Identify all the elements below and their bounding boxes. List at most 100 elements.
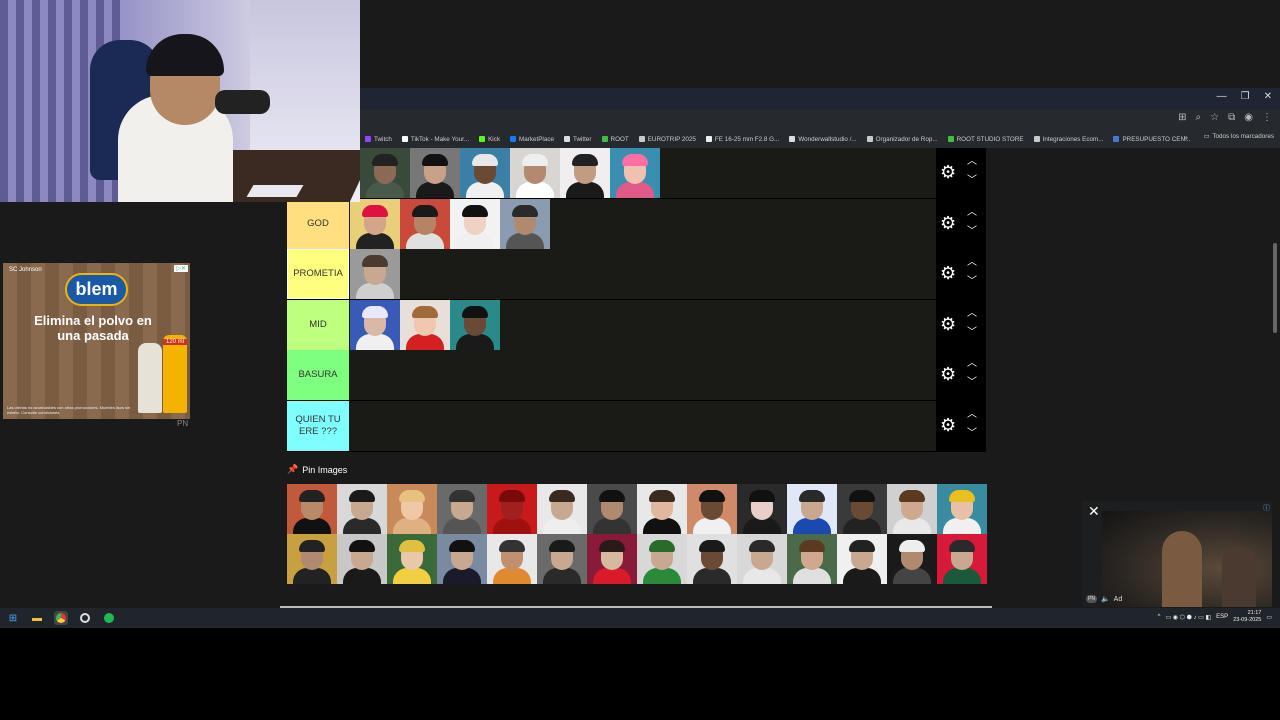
artist-image[interactable] (400, 198, 450, 249)
artist-image[interactable] (437, 534, 487, 584)
chevron-down-icon[interactable]: ﹀ (967, 378, 977, 388)
bookmark-item[interactable]: Twitch (365, 136, 392, 143)
artist-image[interactable] (350, 299, 400, 350)
bookmark-item[interactable]: Kick (479, 136, 500, 143)
artist-image[interactable] (487, 534, 537, 584)
notification-icon[interactable]: ▭ (1266, 614, 1272, 621)
chevron-up-icon[interactable]: ︿ (967, 409, 977, 420)
gear-icon[interactable]: ⚙ (940, 415, 956, 435)
bookmark-item[interactable]: MarketPlace (509, 136, 554, 143)
extensions-icon[interactable]: ⧉ (1228, 112, 1235, 123)
artist-image[interactable] (400, 299, 450, 350)
artist-image[interactable] (287, 484, 337, 534)
close-ad-icon[interactable]: ✕ (1088, 503, 1100, 520)
tier-label[interactable]: QUIEN TU ERE ??? (287, 400, 349, 451)
chevron-up-icon[interactable]: ︿ (967, 258, 977, 268)
artist-image[interactable] (837, 534, 887, 584)
artist-image[interactable] (337, 484, 387, 534)
artist-image[interactable] (687, 534, 737, 584)
tray-icons[interactable]: ▭ ◉ ⬡ ⬢ ♪ ▭ ◧ (1165, 614, 1211, 621)
chevron-down-icon[interactable]: ﹀ (967, 226, 977, 237)
artist-image[interactable] (360, 148, 410, 198)
tray-chevron-icon[interactable]: ^ (1158, 614, 1161, 620)
artist-image[interactable] (587, 534, 637, 584)
artist-image[interactable] (337, 534, 387, 584)
artist-image[interactable] (687, 484, 737, 534)
artist-image[interactable] (887, 534, 937, 584)
spotify-icon[interactable] (102, 611, 116, 625)
artist-image[interactable] (637, 484, 687, 534)
profile-icon[interactable]: ◉ (1244, 112, 1253, 123)
artist-image[interactable] (837, 484, 887, 534)
page-scrollbar[interactable] (1273, 243, 1277, 333)
artist-image[interactable] (537, 484, 587, 534)
artist-image[interactable] (287, 534, 337, 584)
artist-image[interactable] (387, 484, 437, 534)
tier-label[interactable]: GOD (287, 198, 349, 249)
artist-image[interactable] (350, 198, 400, 249)
artist-image[interactable] (510, 148, 560, 198)
maximize-button[interactable]: ❐ (1241, 91, 1250, 102)
chevron-down-icon[interactable]: ﹀ (967, 277, 977, 287)
artist-image[interactable] (460, 148, 510, 198)
artist-image[interactable] (437, 484, 487, 534)
artist-image[interactable] (737, 484, 787, 534)
bookmark-item[interactable]: Wonderwallstudio /... (789, 136, 857, 143)
gear-icon[interactable]: ⚙ (940, 364, 956, 384)
minimize-button[interactable]: — (1217, 91, 1227, 102)
bookmark-item[interactable]: Twitter (563, 136, 592, 143)
bookmark-item[interactable]: FE 16-25 mm F2.8 G... (705, 136, 779, 143)
bookmark-item[interactable]: PRESUPUESTO CEN... (1113, 136, 1190, 143)
artist-image[interactable] (937, 534, 987, 584)
clock[interactable]: 21:17 23-09-2025 (1233, 610, 1261, 624)
gear-icon[interactable]: ⚙ (940, 162, 956, 182)
artist-image[interactable] (500, 198, 550, 249)
artist-image[interactable] (937, 484, 987, 534)
all-bookmarks-folder[interactable]: ▭ Todos los marcadores (1203, 133, 1274, 140)
artist-image[interactable] (737, 534, 787, 584)
artist-image[interactable] (560, 148, 610, 198)
artist-image[interactable] (610, 148, 660, 198)
chevron-up-icon[interactable]: ︿ (967, 207, 977, 218)
artist-image[interactable] (387, 534, 437, 584)
artist-image[interactable] (637, 534, 687, 584)
adchoices-icon[interactable]: ▷✕ (174, 265, 188, 272)
gear-icon[interactable]: ⚙ (940, 213, 956, 233)
artist-image[interactable] (450, 299, 500, 350)
tier-label[interactable]: BASURA (287, 350, 349, 400)
close-window-button[interactable]: ✕ (1264, 91, 1272, 102)
chevron-down-icon[interactable]: ﹀ (967, 327, 977, 338)
artist-image[interactable] (887, 484, 937, 534)
bookmark-item[interactable]: Organizador de Rop... (866, 136, 938, 143)
chevron-up-icon[interactable]: ︿ (967, 308, 977, 319)
ad-banner-left[interactable]: SC Johnson ▷✕ blem Elimina el polvo en u… (3, 263, 190, 419)
chevron-down-icon[interactable]: ﹀ (967, 428, 977, 439)
gear-icon[interactable]: ⚙ (940, 263, 956, 283)
info-icon[interactable]: ⓘ (1263, 503, 1270, 513)
language-indicator[interactable]: ESP (1216, 614, 1228, 620)
artist-image[interactable] (350, 249, 400, 299)
zoom-icon[interactable]: ⌕ (1196, 112, 1202, 123)
bookmark-item[interactable]: TikTok - Make Your... (401, 136, 469, 143)
pin-images-header[interactable]: 📌 Pin Images (287, 464, 347, 475)
star-icon[interactable]: ☆ (1210, 112, 1219, 123)
windows-start-icon[interactable]: ⊞ (6, 611, 20, 625)
chevron-up-icon[interactable]: ︿ (967, 359, 977, 369)
chevron-down-icon[interactable]: ﹀ (967, 176, 977, 186)
chevron-up-icon[interactable]: ︿ (967, 157, 977, 167)
artist-image[interactable] (450, 198, 500, 249)
gear-icon[interactable]: ⚙ (940, 314, 956, 334)
artist-image[interactable] (487, 484, 537, 534)
translate-icon[interactable]: ⊞ (1178, 112, 1186, 123)
artist-image[interactable] (587, 484, 637, 534)
bookmark-item[interactable]: Integraciones Ecom... (1033, 136, 1103, 143)
file-explorer-icon[interactable]: ▬ (30, 611, 44, 625)
artist-image[interactable] (787, 534, 837, 584)
bookmarks-overflow-icon[interactable]: » (1184, 133, 1188, 142)
artist-image[interactable] (410, 148, 460, 198)
tier-label[interactable]: MID (287, 299, 349, 350)
tier-label[interactable]: PROMETIA (287, 249, 349, 299)
artist-image[interactable] (787, 484, 837, 534)
bookmark-item[interactable]: ROOT STUDIO STORE (947, 136, 1024, 143)
bookmark-item[interactable]: EUROTRIP 2025 (638, 136, 696, 143)
